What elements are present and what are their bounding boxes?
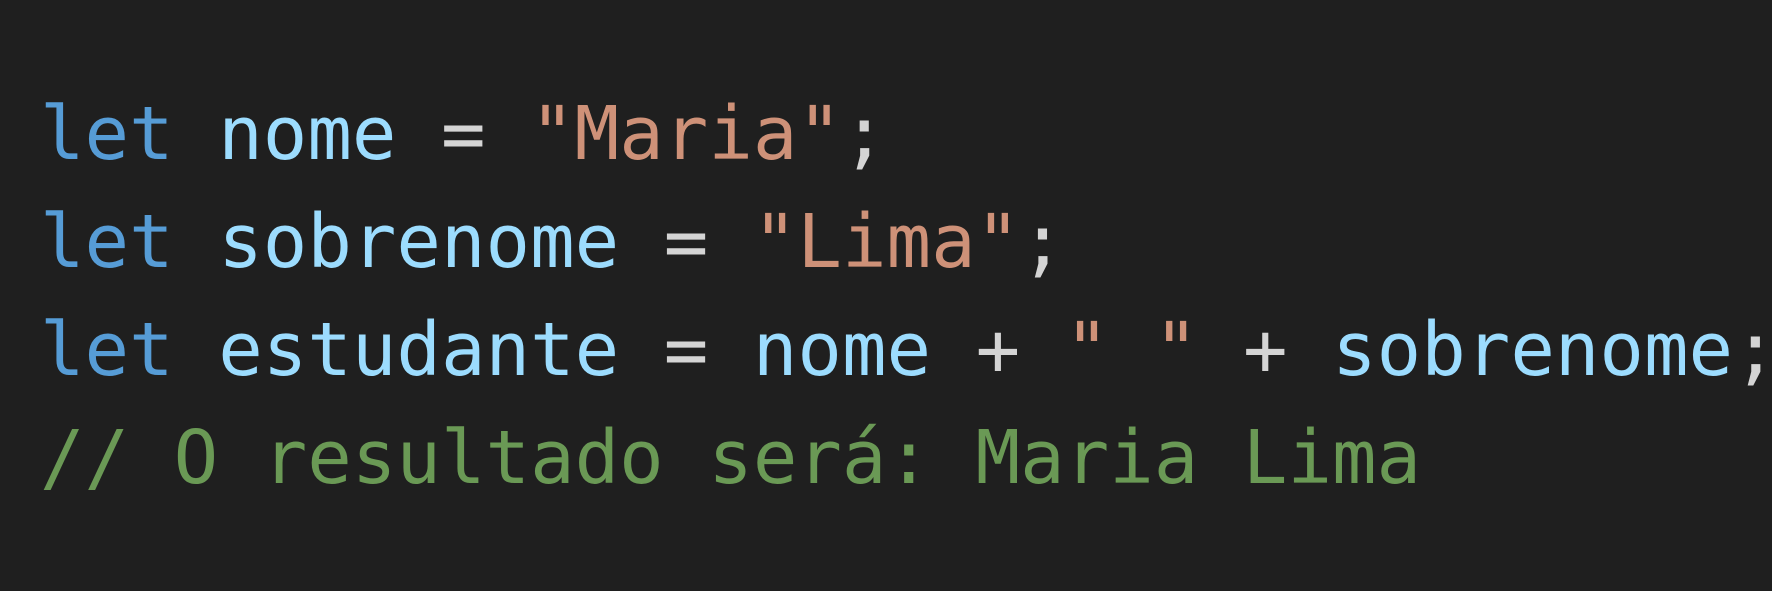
assign-operator: = [663, 307, 709, 393]
semicolon: ; [1020, 199, 1065, 285]
variable-sobrenome-reference: sobrenome [1332, 307, 1734, 393]
variable-estudante: estudante [218, 307, 620, 393]
code-editor: let nome = "Maria"; let sobrenome = "Lim… [0, 0, 1772, 591]
keyword-let: let [40, 199, 174, 285]
semicolon: ; [842, 91, 887, 177]
assign-operator: = [441, 91, 486, 177]
variable-nome-reference: nome [752, 307, 932, 393]
code-line-1: let nome = "Maria"; [40, 80, 1772, 188]
semicolon: ; [1733, 307, 1772, 393]
string-literal: "Lima" [752, 199, 1021, 285]
variable-nome: nome [218, 91, 397, 177]
string-literal: "Maria" [530, 91, 842, 177]
keyword-let: let [40, 307, 174, 393]
variable-sobrenome: sobrenome [218, 199, 620, 285]
plus-operator: + [975, 307, 1021, 393]
code-line-2: let sobrenome = "Lima"; [40, 188, 1772, 296]
code-line-3: let estudante = nome + " " + sobrenome; [40, 296, 1772, 404]
code-comment: // O resultado será: Maria Lima [40, 415, 1422, 501]
assign-operator: = [663, 199, 709, 285]
code-line-4: // O resultado será: Maria Lima [40, 404, 1772, 512]
plus-operator: + [1243, 307, 1288, 393]
string-literal-space: " " [1064, 307, 1199, 393]
keyword-let: let [40, 91, 174, 177]
